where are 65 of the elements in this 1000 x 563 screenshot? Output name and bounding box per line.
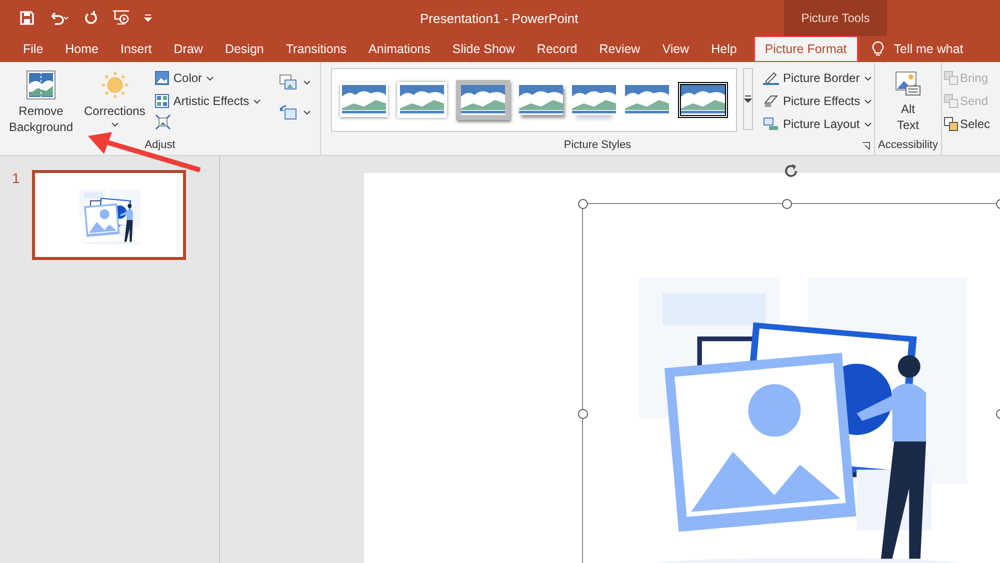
caret-icon: [864, 98, 872, 104]
arrange-icon: [944, 117, 958, 131]
eraser-icon: [763, 94, 779, 108]
window-title: Presentation1 - PowerPoint: [420, 10, 578, 26]
group-label: Picture Styles: [564, 139, 632, 153]
ribbon-tab[interactable]: Draw: [162, 36, 214, 62]
dialog-launcher-icon[interactable]: [862, 142, 870, 150]
picture-command-button[interactable]: Picture Border: [761, 68, 874, 88]
grid-icon: [155, 94, 170, 108]
lightbulb-icon[interactable]: [872, 41, 884, 57]
pen-icon: [763, 71, 779, 85]
color-button[interactable]: Color: [153, 68, 264, 88]
remove-background-icon: [26, 70, 56, 100]
caret-icon: [110, 122, 119, 127]
picture-command-button[interactable]: Picture Effects: [761, 91, 874, 111]
context-label: Picture Tools: [784, 0, 887, 36]
caret-icon: [303, 80, 312, 84]
arrange-button[interactable]: Selec: [944, 114, 1000, 134]
arrange-icon: [944, 71, 958, 85]
arrange-icon: [944, 94, 958, 108]
caret-icon: [303, 110, 312, 114]
reset-picture-icon[interactable]: [279, 104, 298, 120]
save-icon[interactable]: [20, 11, 34, 25]
ribbon-tab[interactable]: Home: [54, 36, 110, 62]
alt-text-icon: [894, 70, 922, 98]
presenter-icon[interactable]: [112, 10, 130, 26]
redo-icon[interactable]: [84, 11, 98, 25]
ribbon-tab[interactable]: Design: [214, 36, 275, 62]
ribbon-tab[interactable]: View: [651, 36, 700, 62]
change-picture-icon[interactable]: [279, 74, 298, 90]
ribbon-tab[interactable]: Animations: [358, 36, 442, 62]
caret-icon: [864, 76, 872, 80]
group-label: Adjust: [144, 139, 176, 153]
caret-icon: [206, 76, 214, 80]
caret-icon: [744, 95, 752, 103]
slide-number: 1: [12, 170, 20, 188]
ribbon-tab[interactable]: Picture Format: [754, 36, 858, 62]
ribbon-tab[interactable]: Slide Show: [441, 36, 526, 62]
resize-handle[interactable]: [782, 199, 792, 209]
corrections-button[interactable]: Corrections: [82, 68, 148, 129]
caret-icon: [864, 122, 872, 126]
ribbon-tab[interactable]: Insert: [110, 36, 163, 62]
resize-handle[interactable]: [578, 409, 588, 419]
ribbon-tab[interactable]: Help: [700, 36, 748, 62]
sun-icon: [100, 70, 130, 100]
picture-command-button[interactable]: Picture Layout: [761, 114, 874, 134]
ribbon-tab[interactable]: Review: [588, 36, 652, 62]
gallery-more-button[interactable]: [743, 68, 753, 130]
ribbon-tab[interactable]: Record: [526, 36, 588, 62]
ribbon-tab[interactable]: Transitions: [274, 36, 358, 62]
artistic-effects-button[interactable]: Artistic Effects: [153, 91, 264, 111]
remove-background-button[interactable]: Remove Background: [6, 68, 76, 137]
rotate-handle[interactable]: [782, 162, 800, 180]
customize-icon[interactable]: [144, 14, 152, 22]
caret-icon: [253, 98, 262, 104]
compress-pictures-icon[interactable]: [155, 114, 172, 130]
layout-icon: [763, 117, 779, 131]
slide-thumbnail[interactable]: [32, 170, 186, 260]
group-label: Accessibility: [877, 139, 939, 153]
alt-text-button[interactable]: Alt Text: [888, 68, 928, 135]
tell-me-field[interactable]: Tell me what: [894, 42, 964, 56]
picture-icon: [155, 71, 170, 85]
ribbon-tab[interactable]: File: [12, 36, 54, 62]
resize-handle[interactable]: [578, 199, 588, 209]
picture-style-option[interactable]: [678, 82, 728, 118]
